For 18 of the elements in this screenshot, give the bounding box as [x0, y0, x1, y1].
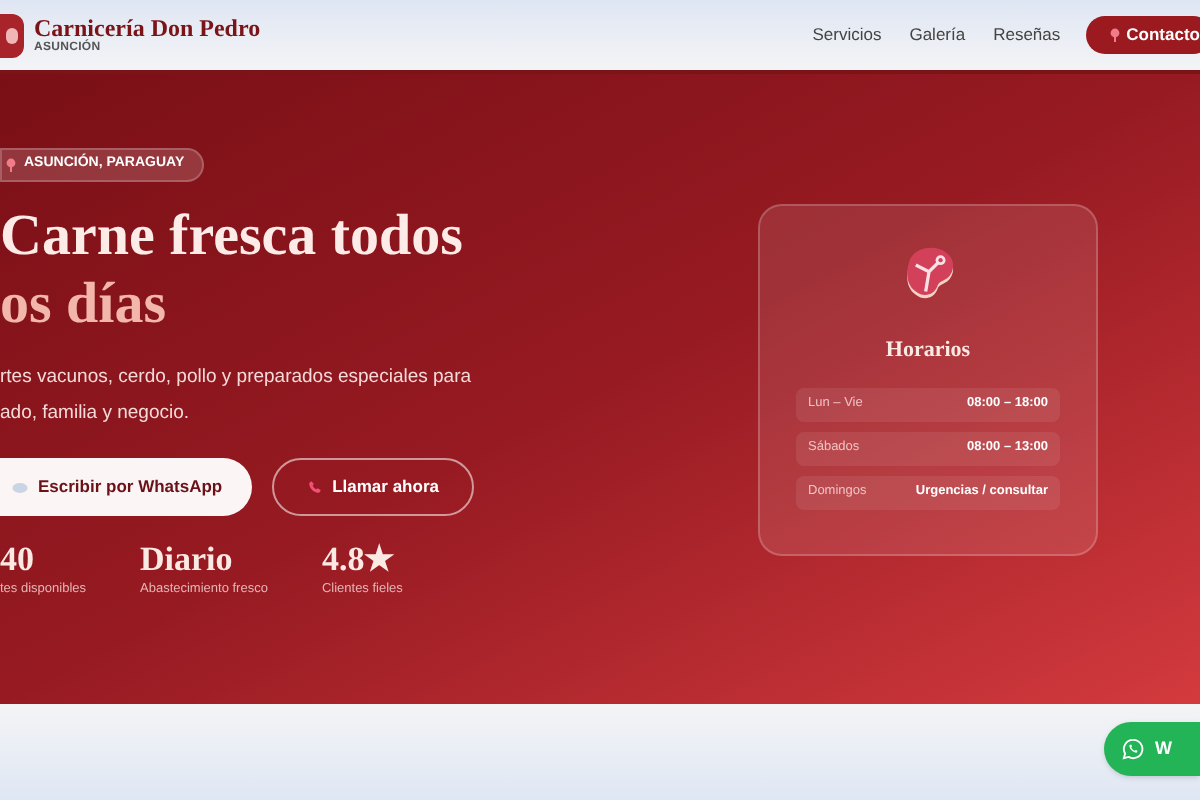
- whatsapp-icon: [1121, 738, 1143, 760]
- nav-link[interactable]: Reseñas: [993, 22, 1061, 48]
- hero-description: rtes vacunos, cerdo, pollo y preparados especiales para ado, familia y negocio.: [0, 364, 474, 428]
- brand-name: Carnicería Don Pedro: [34, 16, 261, 40]
- stat-value: 40: [0, 540, 36, 580]
- hero-title: os días: [0, 270, 169, 338]
- pin-icon: [1110, 28, 1121, 42]
- pin-icon: [6, 158, 16, 172]
- stat-value: 4.8★: [321, 540, 397, 580]
- nav-link[interactable]: Galería: [909, 22, 966, 48]
- contact-button[interactable]: Contacto: [1086, 16, 1200, 54]
- whatsapp-button[interactable]: Escribir por WhatsApp: [0, 458, 253, 516]
- stat-value: Diario: [140, 540, 235, 580]
- hours-title: Horarios: [885, 336, 971, 366]
- phone-icon: [308, 480, 323, 494]
- hero-title: Carne fresca todos: [0, 202, 465, 270]
- nav-link[interactable]: Servicios: [812, 22, 882, 48]
- call-button[interactable]: Llamar ahora: [272, 458, 475, 516]
